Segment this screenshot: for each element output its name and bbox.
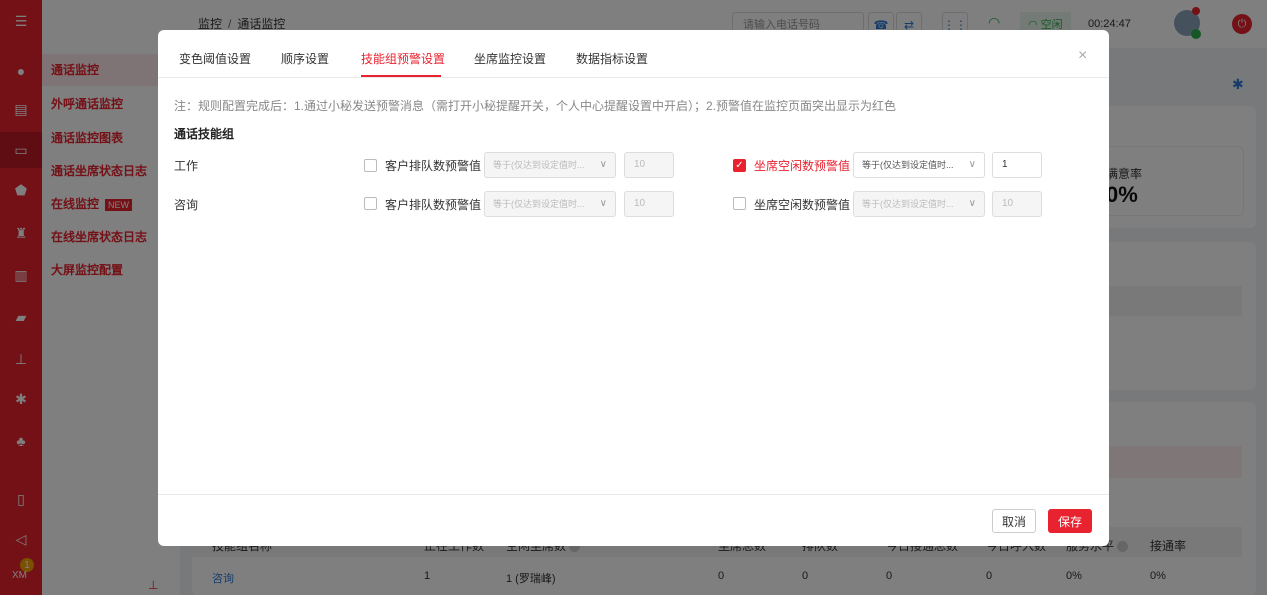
idle-alert-checkbox[interactable]: ✓ xyxy=(733,159,746,172)
queue-alert-checkbox[interactable] xyxy=(364,197,377,210)
idle-alert-checkbox[interactable] xyxy=(733,197,746,210)
idle-condition-select[interactable]: 等于(仅达到设定值时... ∨ xyxy=(853,191,985,217)
close-icon[interactable]: × xyxy=(1078,48,1087,64)
tab-agent-monitor[interactable]: 坐席监控设置 xyxy=(474,50,546,67)
queue-threshold-input[interactable]: 10 xyxy=(624,191,674,217)
active-tab-indicator xyxy=(361,75,441,77)
modal-footer: 取消 保存 xyxy=(158,494,1109,546)
idle-condition-select[interactable]: 等于(仅达到设定值时... ∨ xyxy=(853,152,985,178)
save-button[interactable]: 保存 xyxy=(1048,509,1092,533)
tab-skill-group-alert[interactable]: 技能组预警设置 xyxy=(361,50,445,67)
queue-alert-label[interactable]: 客户排队数预警值 xyxy=(385,196,481,213)
skill-group-name: 咨询 xyxy=(174,198,199,212)
idle-threshold-input[interactable]: 1 xyxy=(992,152,1042,178)
settings-modal: 变色阈值设置 顺序设置 技能组预警设置 坐席监控设置 数据指标设置 × 注：规则… xyxy=(158,30,1109,546)
tab-order[interactable]: 顺序设置 xyxy=(281,50,329,67)
queue-condition-select[interactable]: 等于(仅达到设定值时... ∨ xyxy=(484,152,616,178)
tab-color-threshold[interactable]: 变色阈值设置 xyxy=(179,50,251,67)
section-title: 通话技能组 xyxy=(174,127,235,141)
queue-condition-select[interactable]: 等于(仅达到设定值时... ∨ xyxy=(484,191,616,217)
idle-alert-label[interactable]: 坐席空闲数预警值 xyxy=(754,196,850,213)
queue-threshold-input[interactable]: 10 xyxy=(624,152,674,178)
chevron-down-icon: ∨ xyxy=(968,159,976,170)
modal-tabs: 变色阈值设置 顺序设置 技能组预警设置 坐席监控设置 数据指标设置 × xyxy=(158,30,1109,78)
queue-alert-checkbox[interactable] xyxy=(364,159,377,172)
skill-group-name: 工作 xyxy=(174,159,199,173)
idle-alert-label[interactable]: 坐席空闲数预警值 xyxy=(754,157,850,174)
idle-threshold-input[interactable]: 10 xyxy=(992,191,1042,217)
queue-alert-label[interactable]: 客户排队数预警值 xyxy=(385,157,481,174)
chevron-down-icon: ∨ xyxy=(968,198,976,209)
rules-note: 注：规则配置完成后：1.通过小秘发送预警消息（需打开小秘提醒开关，个人中心提醒设… xyxy=(174,99,897,113)
cancel-button[interactable]: 取消 xyxy=(992,509,1036,533)
chevron-down-icon: ∨ xyxy=(599,198,607,209)
tab-data-metrics[interactable]: 数据指标设置 xyxy=(576,50,648,67)
chevron-down-icon: ∨ xyxy=(599,159,607,170)
